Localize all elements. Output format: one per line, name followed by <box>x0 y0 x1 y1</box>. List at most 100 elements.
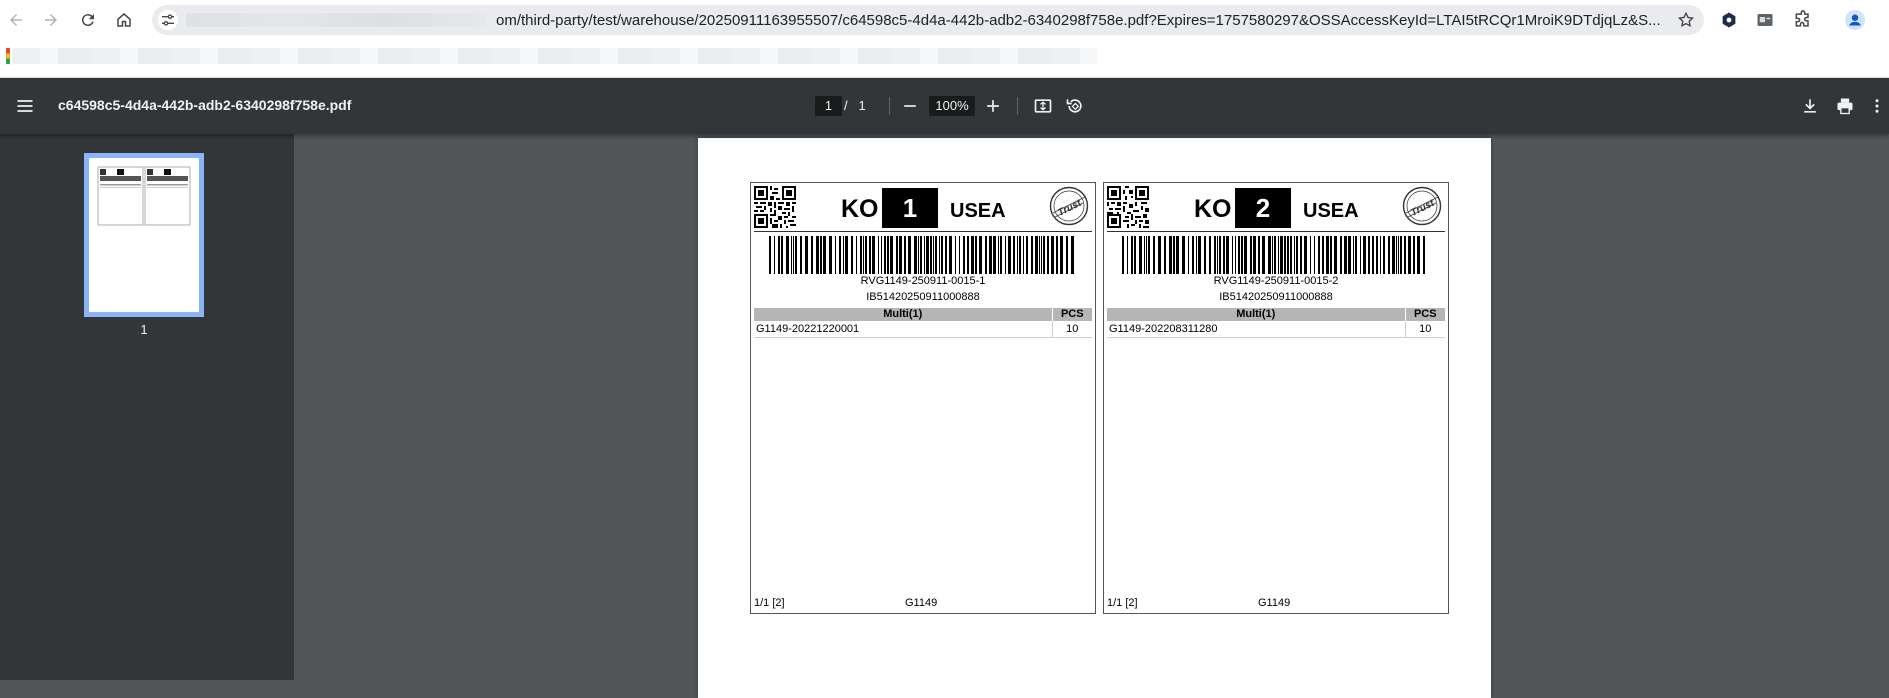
barcode-bar <box>1047 236 1049 274</box>
barcode-bar <box>1196 236 1197 274</box>
barcode-bar <box>1294 236 1295 274</box>
zoom-input[interactable]: 100% <box>929 96 975 116</box>
barcode-bar <box>924 236 925 274</box>
more-vert-icon <box>1875 99 1879 113</box>
printer-icon <box>1837 98 1853 115</box>
barcode-bar <box>1226 236 1229 274</box>
pdf-viewer-area[interactable]: KO 1 USEA Trust RVG1149-250911-0015-1 IB… <box>294 134 1889 698</box>
barcode-bar <box>1244 236 1247 274</box>
barcode-image <box>769 236 1074 274</box>
page-number-input[interactable]: 1 <box>815 96 842 116</box>
footer-customer-code: G1149 <box>1258 597 1291 609</box>
barcode-bar <box>1272 236 1273 274</box>
extension-card-button[interactable] <box>1754 9 1776 31</box>
star-icon <box>1677 11 1695 28</box>
fit-to-page-button[interactable] <box>1030 93 1056 119</box>
extension-hexagon-button[interactable] <box>1718 9 1740 31</box>
home-button[interactable] <box>112 8 136 32</box>
barcode-bar <box>843 236 844 274</box>
url-text[interactable]: om/third-party/test/warehouse/2025091116… <box>496 12 1662 29</box>
label-destination: USEA <box>950 200 1006 222</box>
forward-button[interactable] <box>39 8 63 32</box>
barcode-bar <box>820 236 822 274</box>
sku-cell: G1149-20221220001 <box>754 321 1052 338</box>
sidebar-toggle-button[interactable] <box>12 93 38 119</box>
apps-shortcut-icon[interactable] <box>6 48 10 64</box>
download-icon <box>1804 99 1816 113</box>
shipping-label: KO 2 USEA Trust RVG1149-250911-0015-2 IB… <box>1103 182 1449 614</box>
barcode-bar <box>1287 236 1289 274</box>
hexagon-extension-icon <box>1722 12 1736 28</box>
barcode-bar <box>955 236 956 274</box>
toolbar-divider <box>889 97 890 115</box>
barcode-bar <box>1353 236 1354 274</box>
barcode-bar <box>1139 236 1142 274</box>
trust-stamp-icon: Trust <box>1402 186 1442 226</box>
barcode-bar <box>1238 236 1240 274</box>
barcode-bar <box>800 236 802 274</box>
barcode-bar <box>1235 236 1236 274</box>
avatar-icon <box>1844 9 1866 31</box>
puzzle-icon <box>1795 10 1809 27</box>
barcode-bar <box>1176 236 1179 274</box>
bookmark-star-button[interactable] <box>1676 10 1696 30</box>
barcode-bar <box>920 236 922 274</box>
barcode-bar <box>1173 236 1175 274</box>
barcode-bar <box>1380 236 1381 274</box>
barcode-bar <box>1396 236 1397 274</box>
plus-icon <box>987 100 999 112</box>
page-thumbnail[interactable] <box>84 153 204 317</box>
menu-icon <box>17 100 33 112</box>
barcode-bar <box>1355 236 1357 274</box>
barcode-bar <box>884 236 886 274</box>
site-info-button[interactable] <box>158 10 178 30</box>
barcode-bar <box>1013 236 1015 274</box>
zoom-out-button[interactable] <box>897 93 923 119</box>
inbound-code: IB51420250911000888 <box>866 291 980 303</box>
print-button[interactable] <box>1832 93 1858 119</box>
header-rule <box>1107 231 1445 232</box>
barcode-bar <box>1134 236 1136 274</box>
page-separator: / <box>844 98 848 113</box>
barcode-bar <box>914 236 917 274</box>
barcode-bar <box>1334 236 1337 274</box>
total-pages: 1 <box>858 98 866 113</box>
barcode-bar <box>939 236 940 274</box>
barcode-bar <box>1322 236 1324 274</box>
profile-button[interactable] <box>1844 9 1866 31</box>
zoom-in-button[interactable] <box>980 93 1006 119</box>
address-bar[interactable]: om/third-party/test/warehouse/2025091116… <box>152 5 1704 35</box>
barcode-bar <box>1005 236 1006 274</box>
download-button[interactable] <box>1797 93 1823 119</box>
barcode-bar <box>1250 236 1252 274</box>
barcode-bar <box>1388 236 1390 274</box>
barcode-bar <box>1330 236 1332 274</box>
rotate-button[interactable] <box>1062 93 1088 119</box>
barcode-bar <box>1296 236 1298 274</box>
toolbar-divider <box>1017 97 1018 115</box>
barcode-bar <box>1127 236 1128 274</box>
barcode-bar <box>781 236 783 274</box>
barcode-bar <box>851 236 853 274</box>
barcode-bar <box>1192 236 1194 274</box>
bookmarks-bar <box>0 40 1889 78</box>
back-button[interactable] <box>4 8 28 32</box>
stamp-text: Trust <box>1056 197 1084 218</box>
reload-button[interactable] <box>76 8 100 32</box>
barcode-bar <box>1348 236 1351 274</box>
barcode-bar <box>1060 236 1063 274</box>
barcode-bar <box>860 236 862 274</box>
barcode-bar <box>769 236 771 274</box>
barcode-bar <box>993 236 996 274</box>
barcode-bar <box>975 236 977 274</box>
barcode-bar <box>1408 236 1411 274</box>
barcode-bar <box>1056 236 1058 274</box>
shipping-label: KO 1 USEA Trust RVG1149-250911-0015-1 IB… <box>750 182 1096 614</box>
more-actions-button[interactable] <box>1868 93 1886 119</box>
barcode-bar <box>1372 236 1374 274</box>
extensions-menu-button[interactable] <box>1792 9 1814 31</box>
qty-cell: 10 <box>1051 321 1092 338</box>
thumbnail-sidebar: 1 <box>0 134 294 680</box>
arrow-right-icon <box>45 14 57 26</box>
barcode-bar <box>823 236 826 274</box>
